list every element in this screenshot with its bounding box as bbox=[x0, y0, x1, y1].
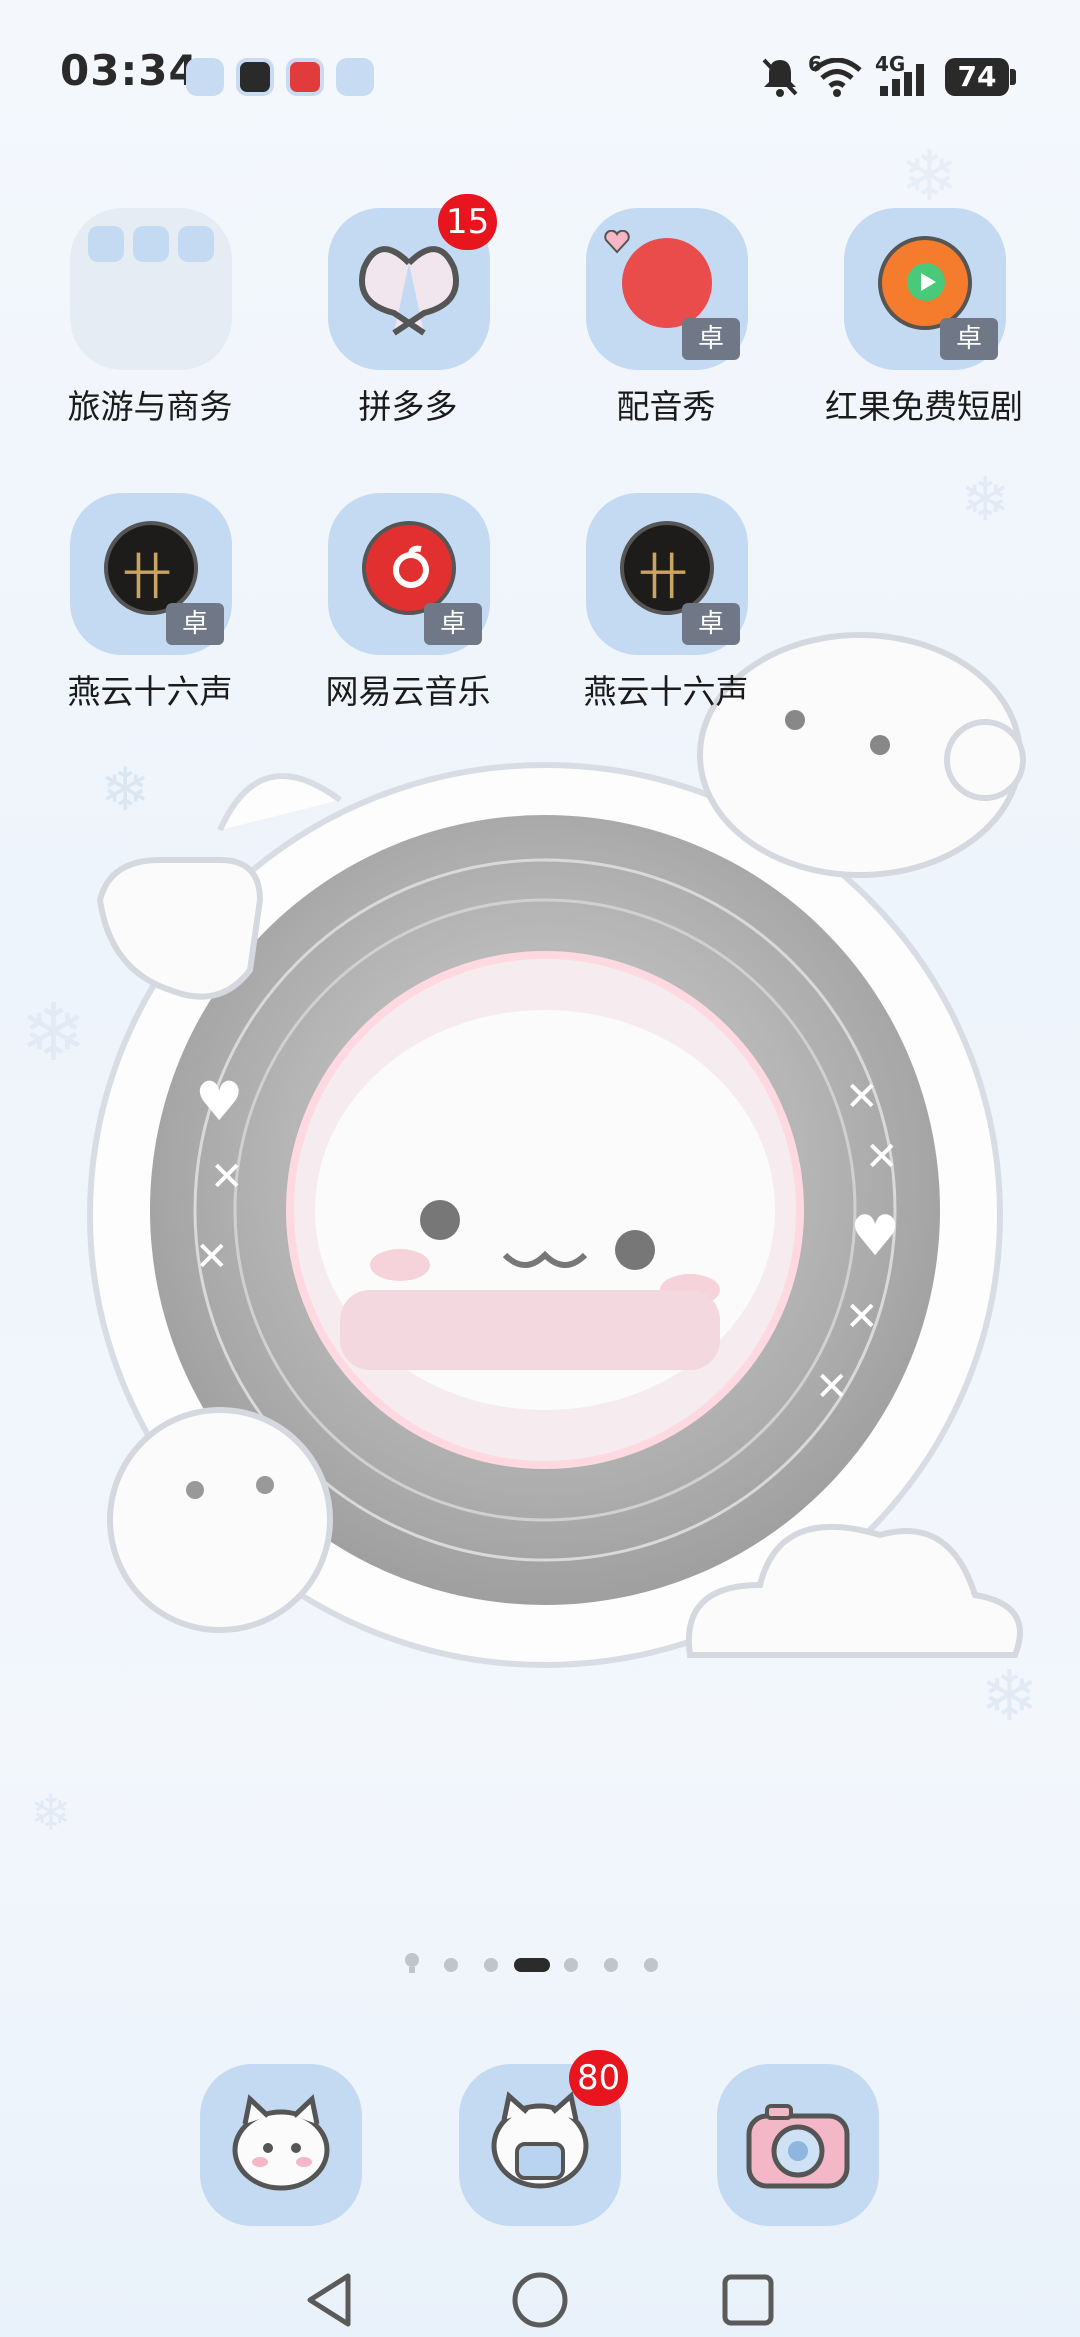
play-app-icon: 卓 bbox=[844, 208, 1006, 370]
svg-text:❄: ❄ bbox=[980, 1655, 1039, 1737]
recents-icon[interactable] bbox=[718, 2270, 778, 2330]
page-dot[interactable] bbox=[564, 1958, 578, 1972]
status-bar: 03:34 6 4G 74 bbox=[0, 0, 1080, 150]
page-dot[interactable] bbox=[444, 1958, 458, 1972]
red-circle bbox=[622, 238, 712, 328]
home-icon[interactable] bbox=[510, 2270, 570, 2330]
notification-badge: 80 bbox=[569, 2050, 629, 2106]
app-label: 燕云十六声 bbox=[583, 672, 749, 711]
clock: 03:34 bbox=[60, 46, 199, 95]
game-glyph: 卄 bbox=[122, 548, 172, 606]
note-icon bbox=[393, 545, 429, 588]
app-label: 燕云十六声 bbox=[67, 672, 233, 711]
dock-messages[interactable]: 80 bbox=[459, 2050, 629, 2226]
svg-text:❄: ❄ bbox=[20, 986, 87, 1079]
music-icon bbox=[286, 58, 324, 96]
tag-label: 卓 bbox=[166, 603, 224, 645]
signal-icon bbox=[880, 64, 924, 96]
app-icon bbox=[336, 58, 374, 96]
page-dot[interactable] bbox=[484, 1958, 498, 1972]
battery-tip bbox=[1010, 69, 1016, 85]
svg-text:✕: ✕ bbox=[845, 1074, 879, 1120]
microphone-app-icon: 卓 bbox=[586, 208, 748, 370]
cat-phone-icon bbox=[232, 2094, 330, 2191]
app-peiyinxiu[interactable]: 卓 配音秀 bbox=[556, 208, 756, 438]
folder-icon bbox=[70, 208, 232, 370]
folder-icon bbox=[186, 58, 224, 96]
game-icon bbox=[236, 58, 274, 96]
game-icon: 卄 卓 bbox=[586, 493, 748, 655]
svg-text:✕: ✕ bbox=[815, 1364, 849, 1410]
page-dot[interactable] bbox=[644, 1958, 658, 1972]
folder-mini-icon bbox=[133, 226, 169, 262]
svg-text:✕: ✕ bbox=[195, 1234, 229, 1280]
game-icon: 卄 卓 bbox=[70, 493, 232, 655]
heart-icon bbox=[604, 230, 630, 254]
svg-text:✕: ✕ bbox=[210, 1154, 244, 1200]
svg-text:✕: ✕ bbox=[845, 1294, 879, 1340]
svg-text:♥: ♥ bbox=[195, 1070, 243, 1133]
app-yanyun-1[interactable]: 卄 卓 燕云十六声 bbox=[40, 493, 240, 723]
wifi-icon bbox=[812, 58, 862, 97]
folder-mini-icon bbox=[178, 226, 214, 262]
app-netease-music[interactable]: 卓 网易云音乐 bbox=[298, 493, 498, 723]
page-dot[interactable] bbox=[604, 1958, 618, 1972]
svg-text:❄: ❄ bbox=[960, 465, 1010, 535]
play-icon bbox=[907, 263, 945, 301]
tag-label: 卓 bbox=[682, 603, 740, 645]
game-glyph: 卄 bbox=[638, 548, 688, 606]
app-folder-travel[interactable]: 旅游与商务 bbox=[40, 208, 240, 438]
app-label: 旅游与商务 bbox=[67, 387, 233, 426]
svg-text:✕: ✕ bbox=[865, 1134, 899, 1180]
dock-phone[interactable] bbox=[200, 2064, 362, 2226]
music-app-icon: 卓 bbox=[328, 493, 490, 655]
app-yanyun-2[interactable]: 卄 卓 燕云十六声 bbox=[556, 493, 756, 723]
notification-badge: 15 bbox=[438, 194, 498, 250]
back-icon[interactable] bbox=[300, 2270, 360, 2330]
dock-camera[interactable] bbox=[717, 2064, 879, 2226]
app-pinduoduo[interactable]: 15 拼多多 bbox=[298, 194, 498, 438]
lightbulb-icon bbox=[405, 1953, 419, 1973]
app-hongguo[interactable]: 卓 红果免费短剧 bbox=[814, 208, 1023, 438]
svg-text:❄: ❄ bbox=[30, 1784, 72, 1842]
svg-text:❄: ❄ bbox=[100, 755, 150, 825]
app-label: 红果免费短剧 bbox=[825, 387, 1023, 426]
svg-text:♥: ♥ bbox=[850, 1204, 900, 1269]
tag-label: 卓 bbox=[682, 318, 740, 360]
app-label: 网易云音乐 bbox=[325, 672, 491, 711]
tag-label: 卓 bbox=[424, 603, 482, 645]
camera-icon bbox=[746, 2104, 850, 2189]
folder-mini-icon bbox=[88, 226, 124, 262]
app-label: 配音秀 bbox=[616, 387, 716, 426]
battery-icon: 74 bbox=[945, 58, 1009, 96]
tag-label: 卓 bbox=[940, 318, 998, 360]
page-dot-active[interactable] bbox=[514, 1958, 550, 1972]
app-label: 拼多多 bbox=[358, 387, 458, 426]
mute-bell-icon bbox=[762, 58, 798, 97]
